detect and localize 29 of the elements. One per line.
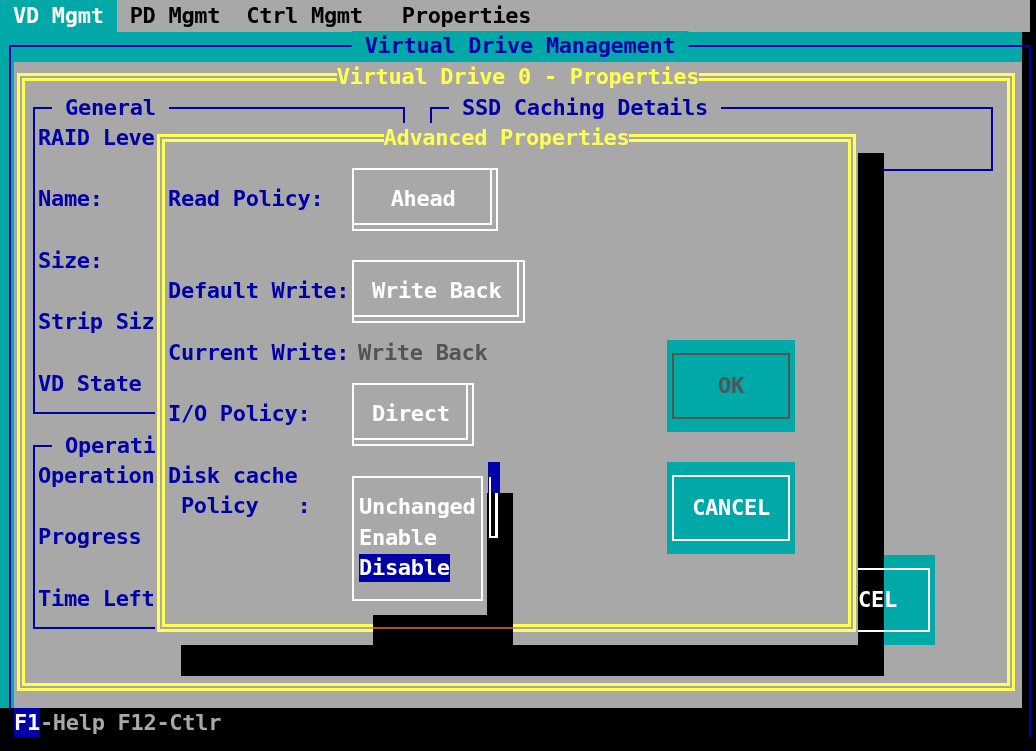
menu-tab[interactable]: Properties bbox=[388, 0, 545, 32]
field-label: Name: bbox=[38, 185, 103, 214]
field-label: VD State bbox=[38, 369, 142, 398]
field-label: Operation bbox=[38, 461, 155, 490]
field-value: Write Back bbox=[358, 338, 488, 367]
dropdown-option[interactable]: Unchanged bbox=[359, 492, 476, 521]
field-label: RAID Leve bbox=[38, 124, 155, 152]
status-text: F1 bbox=[14, 708, 40, 737]
dropdown-option[interactable]: Enable bbox=[359, 523, 437, 552]
select-button[interactable]: Write Back bbox=[352, 260, 526, 324]
menu-tab[interactable]: Ctrl Mgmt bbox=[233, 0, 376, 32]
field-label: Size: bbox=[38, 246, 103, 275]
status-text: -Help F12-Ctlr bbox=[39, 709, 222, 737]
select-button[interactable]: Ahead bbox=[352, 168, 498, 232]
field-label: I/O Policy: bbox=[168, 400, 312, 429]
field-label: Disk cache bbox=[168, 461, 298, 490]
menu-tab[interactable]: VD Mgmt bbox=[0, 0, 117, 32]
field-label: Default Write: bbox=[168, 277, 351, 306]
field-label: Progress bbox=[38, 523, 142, 552]
menu-tab[interactable]: PD Mgmt bbox=[116, 0, 234, 32]
field-label: Policy : bbox=[180, 492, 311, 521]
field-label: Time Left bbox=[38, 584, 155, 613]
scrollbar-icon bbox=[488, 461, 500, 538]
dialog-button[interactable]: CANCEL bbox=[667, 462, 795, 555]
field-label: Read Policy: bbox=[168, 185, 325, 214]
field-label: Strip Siz bbox=[38, 308, 155, 337]
select-button[interactable]: Direct bbox=[352, 383, 474, 447]
dropdown-option[interactable]: Disable bbox=[359, 554, 450, 583]
field-label: Current Write: bbox=[168, 338, 351, 367]
